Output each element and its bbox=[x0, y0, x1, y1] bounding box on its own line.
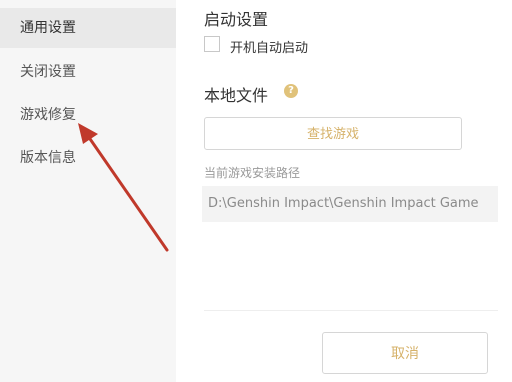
cancel-button[interactable]: 取消 bbox=[322, 332, 488, 374]
install-path-label: 当前游戏安装路径 bbox=[204, 166, 301, 180]
install-path-field[interactable]: D:\Genshin Impact\Genshin Impact Game bbox=[202, 186, 498, 222]
divider bbox=[204, 310, 498, 311]
sidebar-item-version-info[interactable]: 版本信息 bbox=[0, 138, 176, 178]
sidebar-item-label: 通用设置 bbox=[20, 20, 76, 36]
find-game-button[interactable]: 查找游戏 bbox=[204, 117, 462, 150]
sidebar-item-label: 游戏修复 bbox=[20, 107, 76, 123]
autostart-checkbox[interactable] bbox=[204, 36, 220, 52]
autostart-label[interactable]: 开机自动启动 bbox=[230, 37, 308, 56]
sidebar-item-game-repair[interactable]: 游戏修复 bbox=[0, 95, 176, 135]
sidebar-item-label: 版本信息 bbox=[20, 150, 76, 166]
settings-panel: 启动设置 开机自动启动 本地文件 ? 查找游戏 当前游戏安装路径 D:\Gens… bbox=[176, 0, 512, 382]
sidebar-item-general-settings[interactable]: 通用设置 bbox=[0, 8, 176, 48]
sidebar: 通用设置 关闭设置 游戏修复 版本信息 bbox=[0, 0, 176, 382]
question-circle-icon[interactable]: ? bbox=[284, 84, 298, 98]
sidebar-item-label: 关闭设置 bbox=[20, 64, 76, 80]
sidebar-item-close-settings[interactable]: 关闭设置 bbox=[0, 52, 176, 92]
startup-section-title: 启动设置 bbox=[204, 10, 269, 29]
local-files-section-title: 本地文件 bbox=[204, 86, 269, 105]
